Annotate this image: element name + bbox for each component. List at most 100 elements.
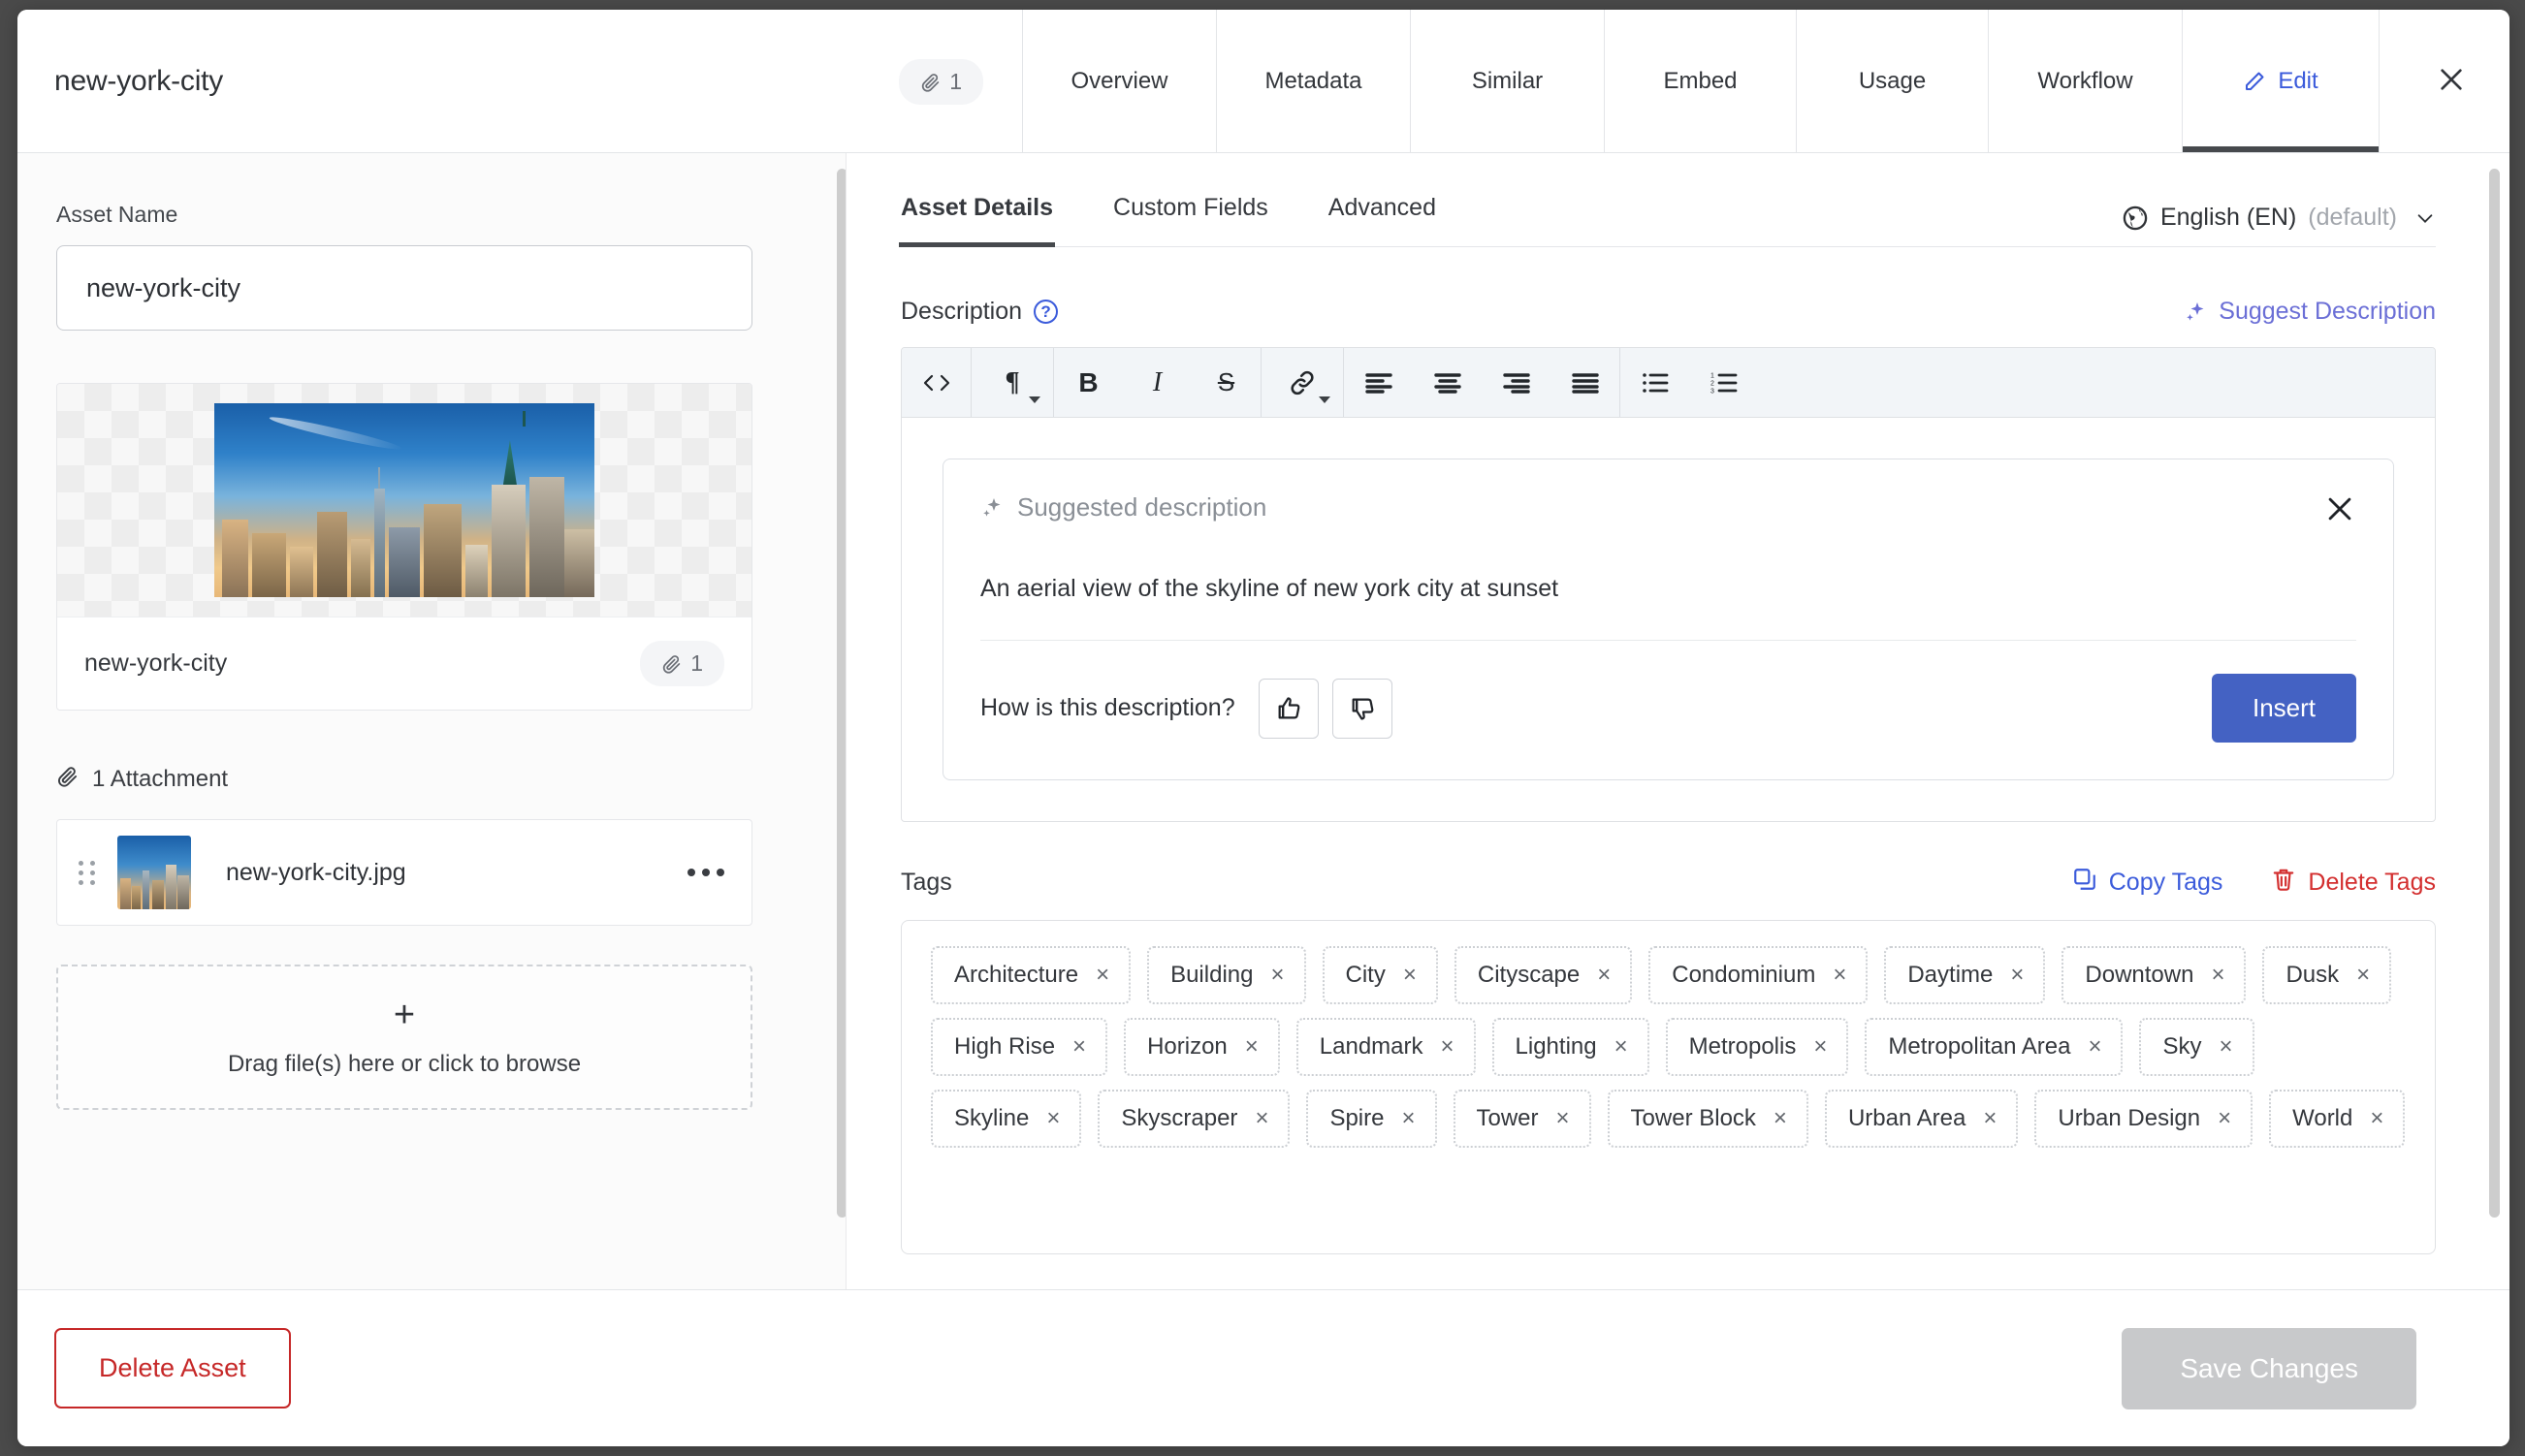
- modal-footer: Delete Asset Save Changes: [17, 1289, 2509, 1446]
- remove-tag-icon[interactable]: ×: [1072, 1035, 1086, 1059]
- remove-tag-icon[interactable]: ×: [1813, 1035, 1827, 1059]
- close-icon[interactable]: [2323, 492, 2356, 530]
- delete-asset-button[interactable]: Delete Asset: [54, 1328, 291, 1409]
- tab-edit-label: Edit: [2278, 68, 2318, 94]
- copy-icon: [2072, 867, 2097, 899]
- tab-embed[interactable]: Embed: [1605, 10, 1797, 153]
- paragraph-style-icon[interactable]: ¶: [972, 348, 1053, 417]
- remove-tag-icon[interactable]: ×: [2356, 964, 2370, 987]
- remove-tag-icon[interactable]: ×: [1774, 1107, 1787, 1130]
- right-panel: Asset Details Custom Fields Advanced Eng…: [847, 153, 2509, 1289]
- suggest-description-button[interactable]: Suggest Description: [2184, 298, 2436, 326]
- remove-tag-icon[interactable]: ×: [2088, 1035, 2101, 1059]
- left-panel: Asset Name new-york-city new-york-city 1…: [17, 153, 847, 1289]
- remove-tag-icon[interactable]: ×: [1255, 1107, 1268, 1130]
- align-center-icon[interactable]: [1413, 348, 1482, 417]
- drag-handle-icon[interactable]: [79, 860, 96, 885]
- description-editor-body[interactable]: Suggested description An aerial view of …: [902, 418, 2435, 821]
- tag-chip: Metropolitan Area ×: [1865, 1018, 2124, 1076]
- align-right-icon[interactable]: [1482, 348, 1550, 417]
- italic-icon[interactable]: I: [1123, 348, 1192, 417]
- asset-name-label: Asset Name: [56, 202, 178, 227]
- code-block-icon[interactable]: [902, 348, 971, 417]
- strikethrough-icon[interactable]: S: [1192, 348, 1261, 417]
- remove-tag-icon[interactable]: ×: [1046, 1107, 1060, 1130]
- attachment-count-value: 1: [949, 68, 962, 94]
- tab-asset-details[interactable]: Asset Details: [898, 194, 1056, 247]
- trash-icon: [2271, 867, 2296, 899]
- remove-tag-icon[interactable]: ×: [2370, 1107, 2383, 1130]
- tag-label: Horizon: [1147, 1033, 1228, 1060]
- delete-tags-button[interactable]: Delete Tags: [2271, 867, 2436, 899]
- remove-tag-icon[interactable]: ×: [2218, 1107, 2231, 1130]
- language-selector[interactable]: English (EN) (default): [2122, 204, 2436, 232]
- copy-tags-button[interactable]: Copy Tags: [2072, 867, 2222, 899]
- tab-similar[interactable]: Similar: [1411, 10, 1605, 153]
- tag-label: Architecture: [954, 962, 1079, 988]
- remove-tag-icon[interactable]: ×: [1597, 964, 1611, 987]
- close-modal-button[interactable]: [2380, 10, 2509, 153]
- link-icon[interactable]: [1262, 348, 1343, 417]
- insert-suggestion-button[interactable]: Insert: [2211, 674, 2356, 743]
- remove-tag-icon[interactable]: ×: [2220, 1035, 2233, 1059]
- remove-tag-icon[interactable]: ×: [1833, 964, 1846, 987]
- remove-tag-icon[interactable]: ×: [2010, 964, 2024, 987]
- thumbs-down-icon[interactable]: [1331, 678, 1392, 739]
- file-dropzone[interactable]: + Drag file(s) here or click to browse: [56, 965, 752, 1110]
- tab-similar-label: Similar: [1471, 68, 1544, 94]
- pencil-icon: [2243, 70, 2266, 93]
- left-panel-scrollbar[interactable]: [837, 169, 846, 1218]
- tab-advanced[interactable]: Advanced: [1328, 194, 1436, 247]
- bulleted-list-icon[interactable]: [1620, 348, 1689, 417]
- remove-tag-icon[interactable]: ×: [1401, 1107, 1415, 1130]
- tag-label: City: [1345, 962, 1386, 988]
- asset-name-input[interactable]: new-york-city: [56, 245, 752, 331]
- help-question-icon[interactable]: ?: [1034, 300, 1059, 324]
- asset-edit-modal: new-york-city 1 Overview Metadata Simila…: [17, 10, 2509, 1446]
- attachment-list-item[interactable]: new-york-city.jpg: [56, 819, 752, 926]
- remove-tag-icon[interactable]: ×: [1403, 964, 1417, 987]
- remove-tag-icon[interactable]: ×: [1270, 964, 1284, 987]
- tab-custom-fields[interactable]: Custom Fields: [1113, 194, 1268, 247]
- tags-container: Architecture × Building × City × Cityscape × Con…: [901, 920, 2436, 1254]
- suggested-description-card: Suggested description An aerial view of …: [943, 459, 2394, 780]
- remove-tag-icon[interactable]: ×: [1983, 1107, 1997, 1130]
- tab-workflow[interactable]: Workflow: [1989, 10, 2183, 153]
- tab-overview[interactable]: Overview: [1023, 10, 1217, 153]
- tab-edit[interactable]: Edit: [2183, 10, 2380, 153]
- tab-metadata[interactable]: Metadata: [1217, 10, 1411, 153]
- asset-preview-footer: new-york-city 1: [57, 617, 751, 710]
- suggest-description-label: Suggest Description: [2219, 298, 2436, 325]
- modal-body: Asset Name new-york-city new-york-city 1…: [17, 153, 2509, 1289]
- tag-label: Skyline: [954, 1105, 1030, 1131]
- remove-tag-icon[interactable]: ×: [1096, 964, 1109, 987]
- tags-label: Tags: [901, 869, 952, 896]
- thumbs-up-icon[interactable]: [1258, 678, 1319, 739]
- more-options-icon[interactable]: [687, 869, 724, 876]
- tag-chip: Daytime ×: [1884, 946, 2046, 1004]
- align-left-icon[interactable]: [1344, 348, 1413, 417]
- save-changes-button[interactable]: Save Changes: [2122, 1327, 2416, 1409]
- tag-label: Metropolitan Area: [1888, 1033, 2071, 1060]
- tab-usage[interactable]: Usage: [1797, 10, 1989, 153]
- tag-chip: Lighting ×: [1491, 1018, 1649, 1076]
- align-justify-icon[interactable]: [1550, 348, 1619, 417]
- tag-chip: Tower ×: [1453, 1090, 1591, 1148]
- remove-tag-icon[interactable]: ×: [2211, 964, 2224, 987]
- tag-label: Urban Area: [1847, 1105, 1966, 1131]
- tab-advanced-label: Advanced: [1327, 194, 1436, 221]
- numbered-list-icon[interactable]: 1 2 3: [1689, 348, 1758, 417]
- right-panel-scrollbar[interactable]: [2489, 169, 2500, 1218]
- modal-header: new-york-city 1 Overview Metadata Simila…: [17, 10, 2509, 153]
- remove-tag-icon[interactable]: ×: [1245, 1035, 1259, 1059]
- toolbar-group-inline: B I S: [1054, 348, 1262, 417]
- remove-tag-icon[interactable]: ×: [1556, 1107, 1570, 1130]
- bold-icon[interactable]: B: [1054, 348, 1123, 417]
- svg-text:3: 3: [1710, 388, 1714, 395]
- toolbar-group-link: [1262, 348, 1344, 417]
- remove-tag-icon[interactable]: ×: [1441, 1035, 1454, 1059]
- suggestion-text: An aerial view of the skyline of new yor…: [980, 575, 1559, 602]
- remove-tag-icon[interactable]: ×: [1614, 1035, 1628, 1059]
- description-label-group: Description ?: [901, 298, 1059, 326]
